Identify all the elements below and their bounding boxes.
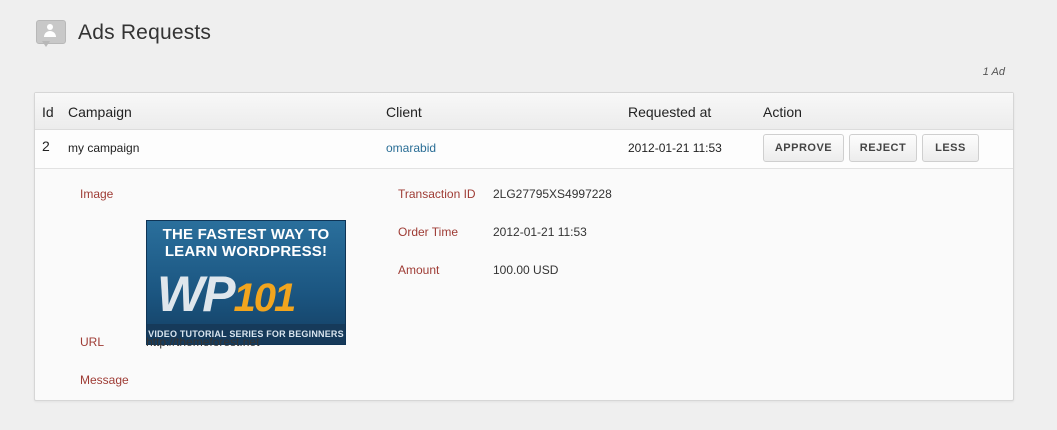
header-campaign: Campaign	[68, 104, 132, 120]
transaction-id-label: Transaction ID	[398, 187, 476, 201]
ad-banner-image: THE FASTEST WAY TO LEARN WORDPRESS! WP10…	[146, 220, 346, 345]
table-row: 2 my campaign omarabid 2012-01-21 11:53 …	[35, 130, 1013, 169]
order-time-label: Order Time	[398, 225, 459, 239]
row-id: 2	[42, 138, 50, 154]
less-button[interactable]: LESS	[922, 134, 979, 162]
reject-button[interactable]: REJECT	[849, 134, 917, 162]
header-action: Action	[763, 104, 802, 120]
banner-headline: THE FASTEST WAY TO LEARN WORDPRESS!	[162, 226, 330, 260]
ad-count: 1 Ad	[982, 66, 1005, 78]
client-link[interactable]: omarabid	[386, 141, 436, 155]
row-requested-at: 2012-01-21 11:53	[628, 141, 722, 155]
amount-label: Amount	[398, 263, 440, 277]
page-title: Ads Requests	[78, 21, 212, 44]
image-label: Image	[80, 187, 114, 201]
banner-logo: WP101	[157, 265, 297, 323]
table-header: Id Campaign Client Requested at Action	[35, 93, 1013, 130]
page-header: Ads Requests	[36, 18, 211, 48]
row-campaign: my campaign	[68, 141, 140, 155]
ads-table: Id Campaign Client Requested at Action 2…	[34, 92, 1014, 401]
order-time-value: 2012-01-21 11:53	[493, 225, 587, 239]
banner-logo-text: WP	[157, 266, 236, 322]
approve-button[interactable]: APPROVE	[763, 134, 844, 162]
user-comment-icon	[36, 18, 66, 48]
message-label: Message	[80, 373, 129, 387]
url-label: URL	[80, 335, 105, 349]
banner-logo-number: 101	[233, 276, 297, 320]
request-details: Image THE FASTEST WAY TO LEARN WORDPRESS…	[35, 169, 1013, 401]
amount-value: 100.00 USD	[493, 263, 559, 277]
header-id: Id	[42, 104, 54, 120]
header-client: Client	[386, 104, 422, 120]
transaction-id-value: 2LG27795XS4997228	[493, 187, 612, 201]
url-link[interactable]: http://themeforest.net	[146, 335, 259, 349]
header-requested-at: Requested at	[628, 104, 712, 120]
